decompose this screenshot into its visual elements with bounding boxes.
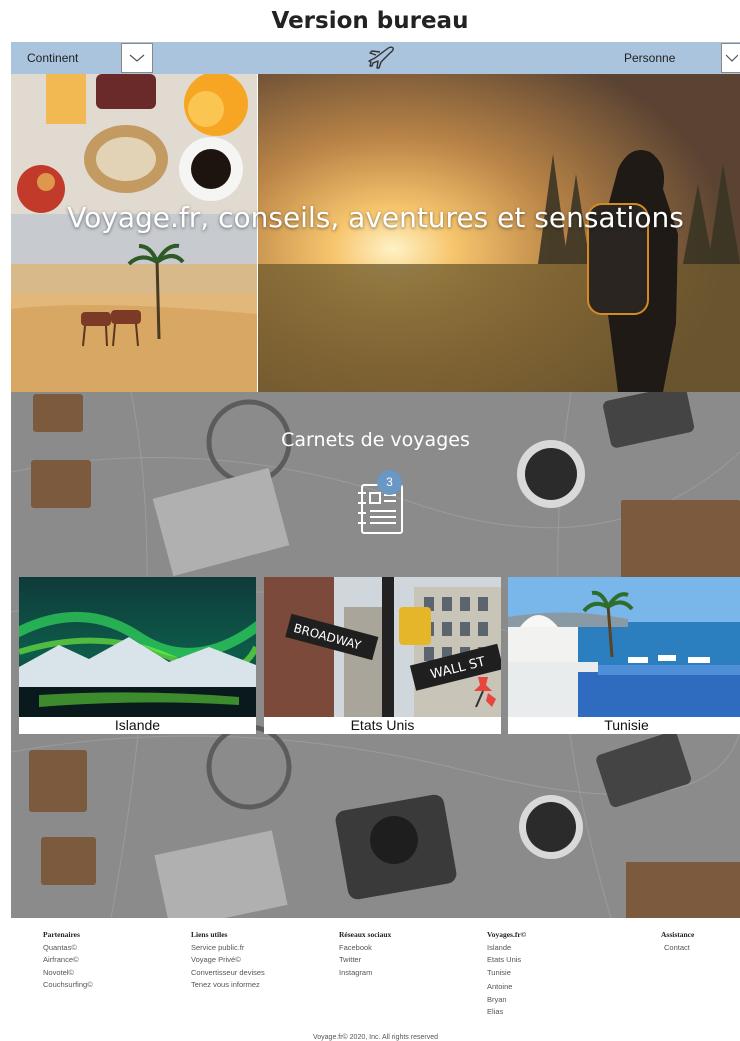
footer-heading: Liens utiles bbox=[191, 930, 228, 939]
page-heading: Version bureau bbox=[271, 8, 469, 34]
airplane-icon[interactable] bbox=[366, 44, 396, 70]
etats-unis-image: BROADWAY WALL ST bbox=[264, 577, 501, 717]
footer-heading: Réseaux sociaux bbox=[339, 930, 392, 939]
footer-link[interactable]: Islande bbox=[487, 942, 526, 955]
destination-card-tunisie[interactable]: Tunisie bbox=[508, 577, 740, 734]
footer-link[interactable]: Antoine bbox=[487, 981, 526, 994]
hero-title: Voyage.fr, conseils, aventures et sensat… bbox=[67, 201, 684, 234]
footer-column-liens-utiles: Liens utiles Service public.fr Voyage Pr… bbox=[191, 929, 265, 992]
footer-column-reseaux-sociaux: Réseaux sociaux Facebook Twitter Instagr… bbox=[339, 929, 391, 979]
top-nav-bar: Continent Personne bbox=[11, 42, 740, 74]
footer-heading: Voyages.fr© bbox=[487, 930, 527, 939]
continent-dropdown[interactable]: Continent bbox=[11, 42, 156, 74]
copyright-text: Voyage.fr© 2020, Inc. All rights reserve… bbox=[312, 1034, 438, 1041]
footer-link[interactable]: Twitter bbox=[339, 954, 391, 967]
footer-column-voyages: Voyages.fr© Islande Etats Unis Tunisie A… bbox=[487, 929, 526, 1019]
destination-card-islande[interactable]: Islande bbox=[19, 577, 256, 734]
islande-image bbox=[19, 577, 256, 717]
destination-label: Tunisie bbox=[508, 717, 740, 734]
footer-column-partenaires: Partenaires Quantas© Airfrance© Novotel©… bbox=[43, 929, 93, 992]
footer-heading: Assistance bbox=[661, 930, 695, 939]
footer-link[interactable]: Tenez vous informez bbox=[191, 979, 265, 992]
footer-link[interactable]: Airfrance© bbox=[43, 954, 93, 967]
footer-link[interactable]: Voyage Privé© bbox=[191, 954, 265, 967]
personne-dropdown[interactable]: Personne bbox=[624, 42, 740, 74]
destination-card-etats-unis[interactable]: BROADWAY WALL ST Etats Unis bbox=[264, 577, 501, 734]
destination-label: Islande bbox=[19, 717, 256, 734]
footer-link[interactable]: Contact bbox=[661, 942, 694, 955]
footer-link[interactable]: Instagram bbox=[339, 967, 391, 980]
destination-label: Etats Unis bbox=[264, 717, 501, 734]
footer-link[interactable]: Novotel© bbox=[43, 967, 93, 980]
notification-badge: 3 bbox=[377, 470, 402, 495]
footer-heading: Partenaires bbox=[43, 930, 80, 939]
footer-link[interactable]: Convertisseur devises bbox=[191, 967, 265, 980]
continent-label: Continent bbox=[27, 51, 79, 65]
footer-link[interactable]: Couchsurfing© bbox=[43, 979, 93, 992]
footer: Partenaires Quantas© Airfrance© Novotel©… bbox=[11, 918, 740, 1041]
footer-link[interactable]: Etats Unis bbox=[487, 954, 526, 967]
footer-link[interactable]: Quantas© bbox=[43, 942, 93, 955]
footer-column-assistance: Assistance Contact bbox=[661, 929, 694, 954]
hero-banner: Voyage.fr, conseils, aventures et sensat… bbox=[11, 74, 740, 392]
chevron-down-icon[interactable] bbox=[721, 43, 740, 73]
footer-link[interactable]: Tunisie bbox=[487, 967, 526, 980]
carnets-title: Carnets de voyages bbox=[281, 429, 470, 451]
footer-link[interactable]: Bryan bbox=[487, 994, 526, 1007]
footer-link[interactable]: Elias bbox=[487, 1006, 526, 1019]
footer-link[interactable]: Service public.fr bbox=[191, 942, 265, 955]
footer-link[interactable]: Facebook bbox=[339, 942, 391, 955]
personne-label: Personne bbox=[624, 51, 676, 65]
tunisie-image bbox=[508, 577, 740, 717]
chevron-down-icon[interactable] bbox=[121, 43, 153, 73]
